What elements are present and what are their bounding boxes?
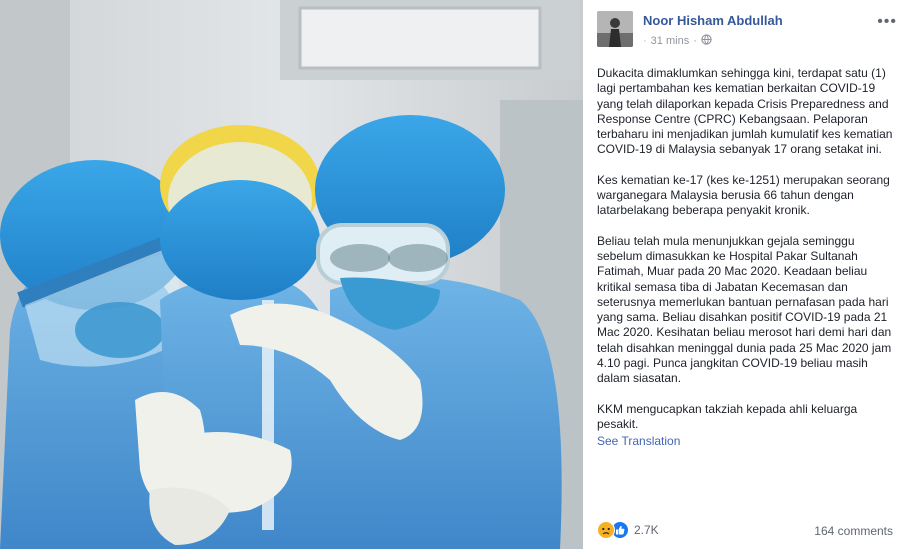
post-header: Noor Hisham Abdullah · 31 mins · ••• [597,11,897,51]
globe-icon[interactable] [701,34,712,48]
post-timestamp[interactable]: 31 mins [651,35,690,47]
post-panel: Noor Hisham Abdullah · 31 mins · ••• Duk… [583,0,907,549]
reactions-summary[interactable]: 2.7K [597,521,659,539]
post-footer: 2.7K 164 comments [597,519,893,541]
post-paragraph-3: Beliau telah mula menunjukkan gejala sem… [597,233,892,386]
photo-viewer: Noor Hisham Abdullah · 31 mins · ••• Duk… [0,0,907,549]
post-body: Dukacita dimaklumkan sehingga kini, terd… [597,66,895,450]
avatar-image [597,11,633,47]
author-avatar[interactable] [597,11,633,47]
post-meta: · 31 mins · [643,34,712,48]
healthcare-workers-photo [0,0,583,549]
post-paragraph-2: Kes kematian ke-17 (kes ke-1251) merupak… [597,172,890,218]
post-paragraph-1: Dukacita dimaklumkan sehingga kini, terd… [597,66,893,157]
reaction-count: 2.7K [634,523,659,537]
comments-count[interactable]: 164 comments [814,524,893,538]
meta-separator: · [693,35,697,47]
post-paragraph-4: KKM mengucapkan takziah kepada ahli kelu… [597,401,858,431]
author-name[interactable]: Noor Hisham Abdullah [643,13,783,28]
sad-reaction-icon [597,521,615,539]
see-translation-link[interactable]: See Translation [597,434,895,449]
post-photo[interactable] [0,0,583,549]
more-options-icon[interactable]: ••• [877,13,897,31]
meta-separator-dot: · [643,35,647,47]
